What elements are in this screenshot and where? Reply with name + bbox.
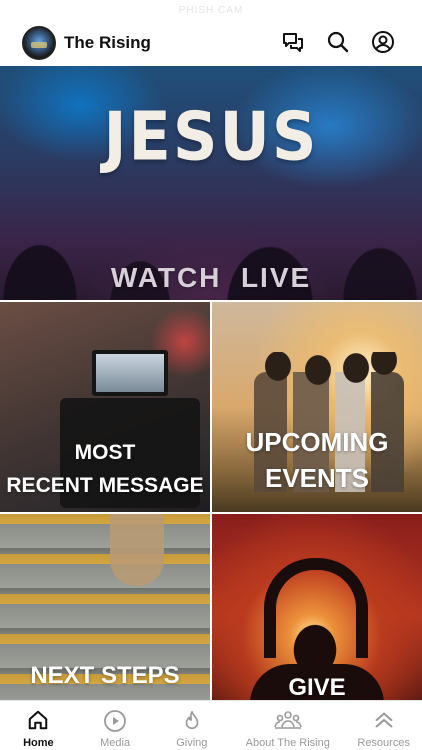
search-icon[interactable] <box>326 30 350 54</box>
next-steps-tile[interactable]: NEXT STEPS <box>0 514 210 700</box>
tab-media[interactable]: Media <box>77 701 154 750</box>
stairs-shoe-image <box>110 514 164 586</box>
recent-message-tile[interactable]: MOST RECENT MESSAGE <box>0 302 210 512</box>
give-tile[interactable]: GIVE <box>212 514 422 700</box>
home-icon <box>29 710 48 730</box>
tab-about-label: About The Rising <box>245 737 330 749</box>
account-icon[interactable] <box>371 30 395 54</box>
tab-about[interactable]: About The Rising <box>230 701 345 750</box>
tab-media-label: Media <box>100 737 131 749</box>
hero-overlay-text: JESUS <box>103 97 319 176</box>
recent-message-label-line1: MOST <box>74 441 136 464</box>
upcoming-events-label-line1: UPCOMING <box>245 427 389 457</box>
watch-live-label: WATCH LIVE <box>110 262 312 293</box>
people-icon <box>273 711 302 729</box>
recent-message-label-line2: RECENT MESSAGE <box>6 474 204 497</box>
tab-giving-label: Giving <box>176 737 208 749</box>
give-label: GIVE <box>288 674 346 700</box>
tab-giving[interactable]: Giving <box>153 701 230 750</box>
bottom-tab-bar: Home Media Giving About The Rising Resou… <box>0 700 422 750</box>
status-bar-text: PHISH CAM <box>178 5 244 16</box>
tab-home[interactable]: Home <box>0 701 77 750</box>
next-steps-label: NEXT STEPS <box>30 662 180 689</box>
church-logo <box>22 26 56 60</box>
camera-screen-image <box>92 350 168 396</box>
upcoming-events-label-line2: EVENTS <box>264 463 370 493</box>
messages-icon[interactable] <box>281 30 305 54</box>
app-title: The Rising <box>64 33 151 52</box>
upcoming-events-tile[interactable]: UPCOMING EVENTS <box>212 302 422 512</box>
tab-resources[interactable]: Resources <box>345 701 422 750</box>
flame-icon <box>185 711 199 730</box>
tab-home-label: Home <box>23 737 54 749</box>
tab-resources-label: Resources <box>357 737 410 749</box>
chevrons-up-icon <box>375 712 392 728</box>
upcoming-events-label: UPCOMING EVENTS <box>212 424 422 496</box>
app-header: PHISH CAM The Rising <box>0 0 422 66</box>
play-icon <box>104 710 126 732</box>
watch-live-tile[interactable]: JESUS WATCH LIVE <box>0 66 422 300</box>
recent-message-label: MOST RECENT MESSAGE <box>0 436 210 502</box>
